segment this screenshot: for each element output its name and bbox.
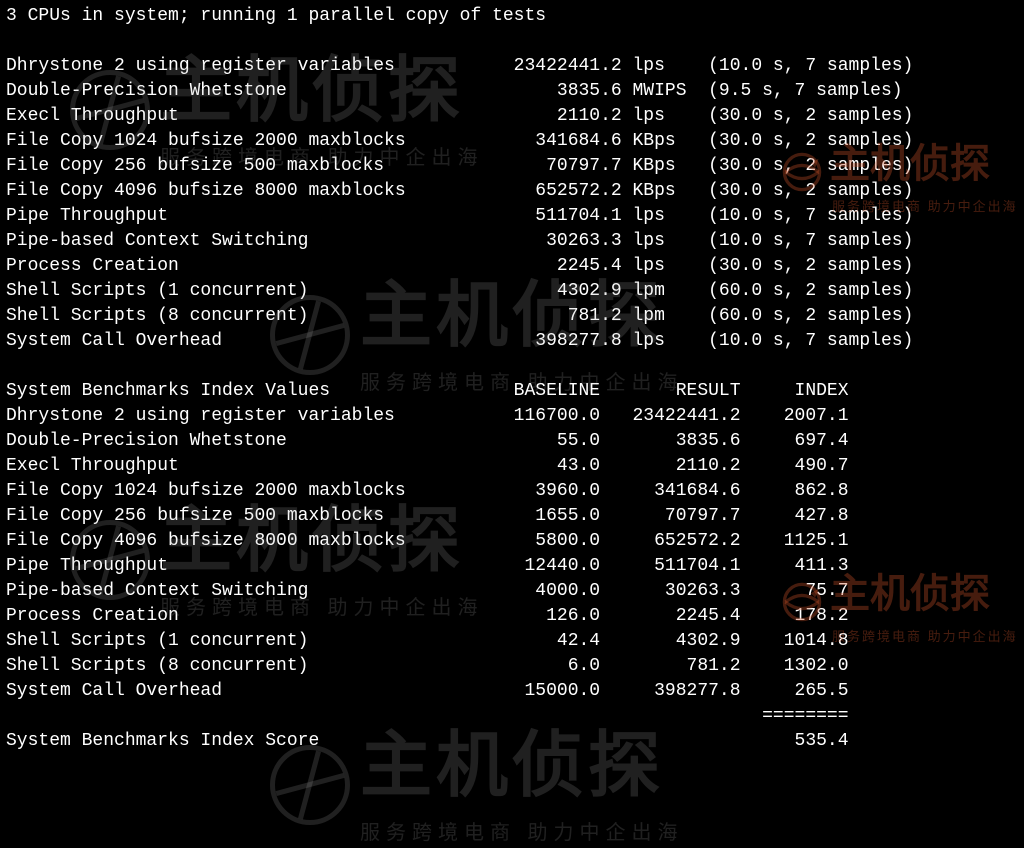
watermark: 主机侦探 服务跨境电商 助力中企出海 <box>270 745 684 846</box>
watermark-red: 主机侦探 服务跨境电商 助力中企出海 <box>780 150 1018 219</box>
watermark-red: 主机侦探 服务跨境电商 助力中企出海 <box>780 580 1018 649</box>
